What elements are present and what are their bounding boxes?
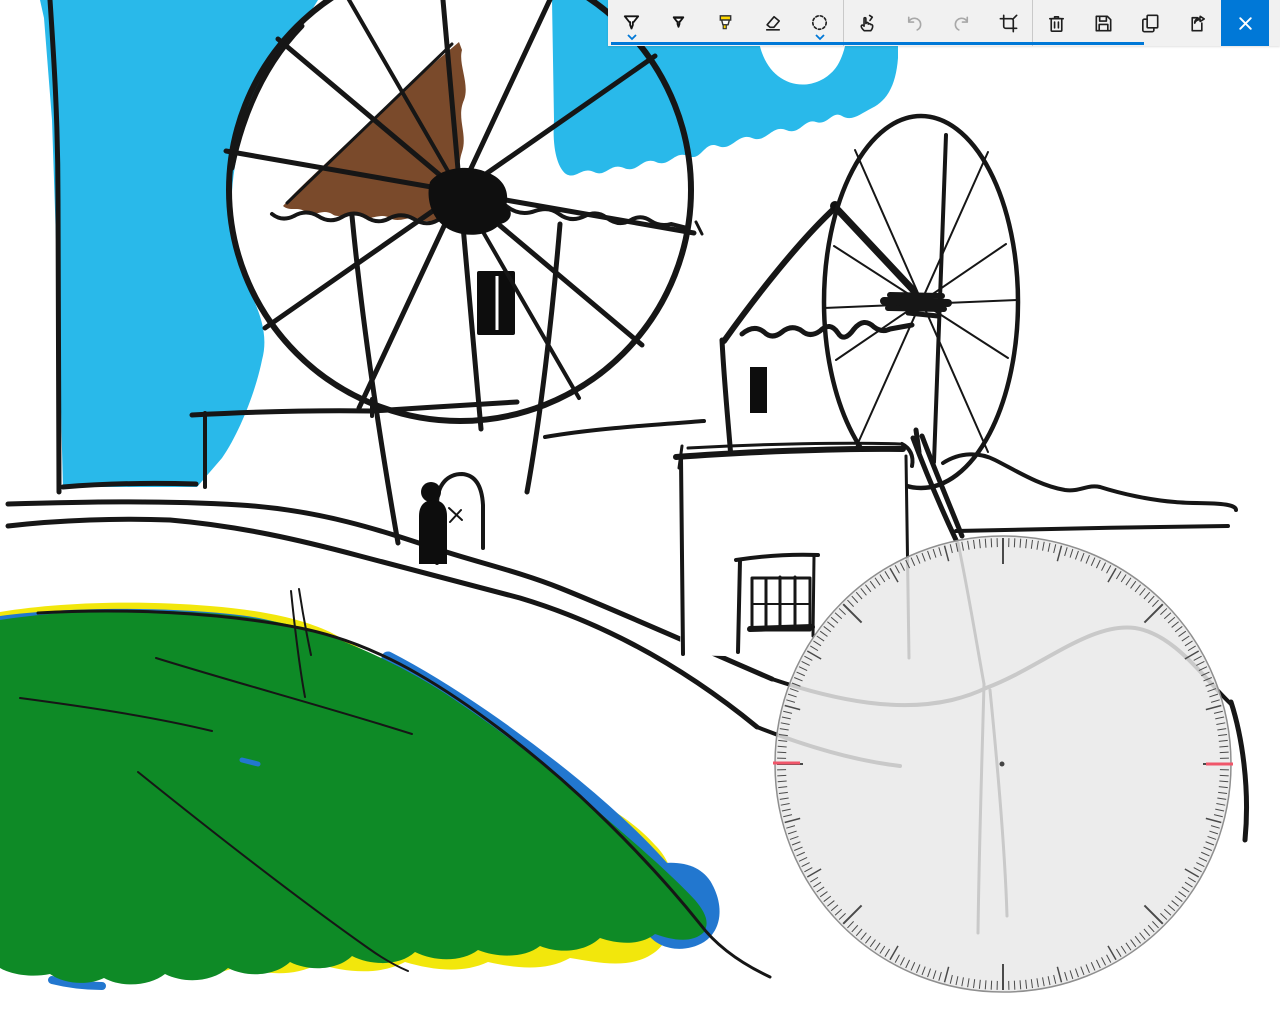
touch-writing-icon — [856, 12, 879, 35]
annotation-toolbar — [608, 0, 1280, 46]
sketch-app-window — [0, 0, 1280, 1024]
person-silhouette — [421, 482, 441, 502]
crop-button[interactable] — [985, 0, 1032, 46]
ballpoint-pen-button[interactable] — [608, 0, 655, 46]
touch-writing-button[interactable] — [844, 0, 891, 46]
delete-button[interactable] — [1033, 0, 1080, 46]
ruler-button[interactable] — [796, 0, 843, 46]
close-icon — [1234, 12, 1257, 35]
hill-marker-fill — [0, 603, 720, 986]
eraser-icon — [761, 12, 784, 35]
windmill-hub — [429, 168, 511, 235]
ballpoint-pen-icon — [620, 12, 643, 35]
share-button[interactable] — [1174, 0, 1221, 46]
sky-marker-fill — [40, 0, 898, 487]
save-button[interactable] — [1080, 0, 1127, 46]
drawing-canvas[interactable] — [0, 0, 1280, 1024]
highlighter-button[interactable] — [702, 0, 749, 46]
undo-button[interactable] — [891, 0, 938, 46]
share-icon — [1186, 12, 1209, 35]
chevron-down-icon — [626, 34, 637, 41]
protractor-icon — [808, 12, 831, 35]
undo-icon — [903, 12, 926, 35]
pen-stroke-on-protractor-edge — [1231, 702, 1247, 840]
protractor-center-dot — [1000, 762, 1005, 767]
pencil-icon — [667, 12, 690, 35]
mill2-window — [750, 367, 767, 413]
save-icon — [1092, 12, 1115, 35]
copy-button[interactable] — [1127, 0, 1174, 46]
redo-button[interactable] — [938, 0, 985, 46]
pencil-button[interactable] — [655, 0, 702, 46]
close-button[interactable] — [1221, 0, 1269, 46]
eraser-button[interactable] — [749, 0, 796, 46]
trash-icon — [1045, 12, 1068, 35]
chevron-down-icon — [814, 34, 825, 41]
crop-icon — [997, 12, 1020, 35]
protractor-tool[interactable] — [773, 536, 1233, 992]
copy-icon — [1139, 12, 1162, 35]
highlighter-icon — [714, 12, 737, 35]
redo-icon — [950, 12, 973, 35]
